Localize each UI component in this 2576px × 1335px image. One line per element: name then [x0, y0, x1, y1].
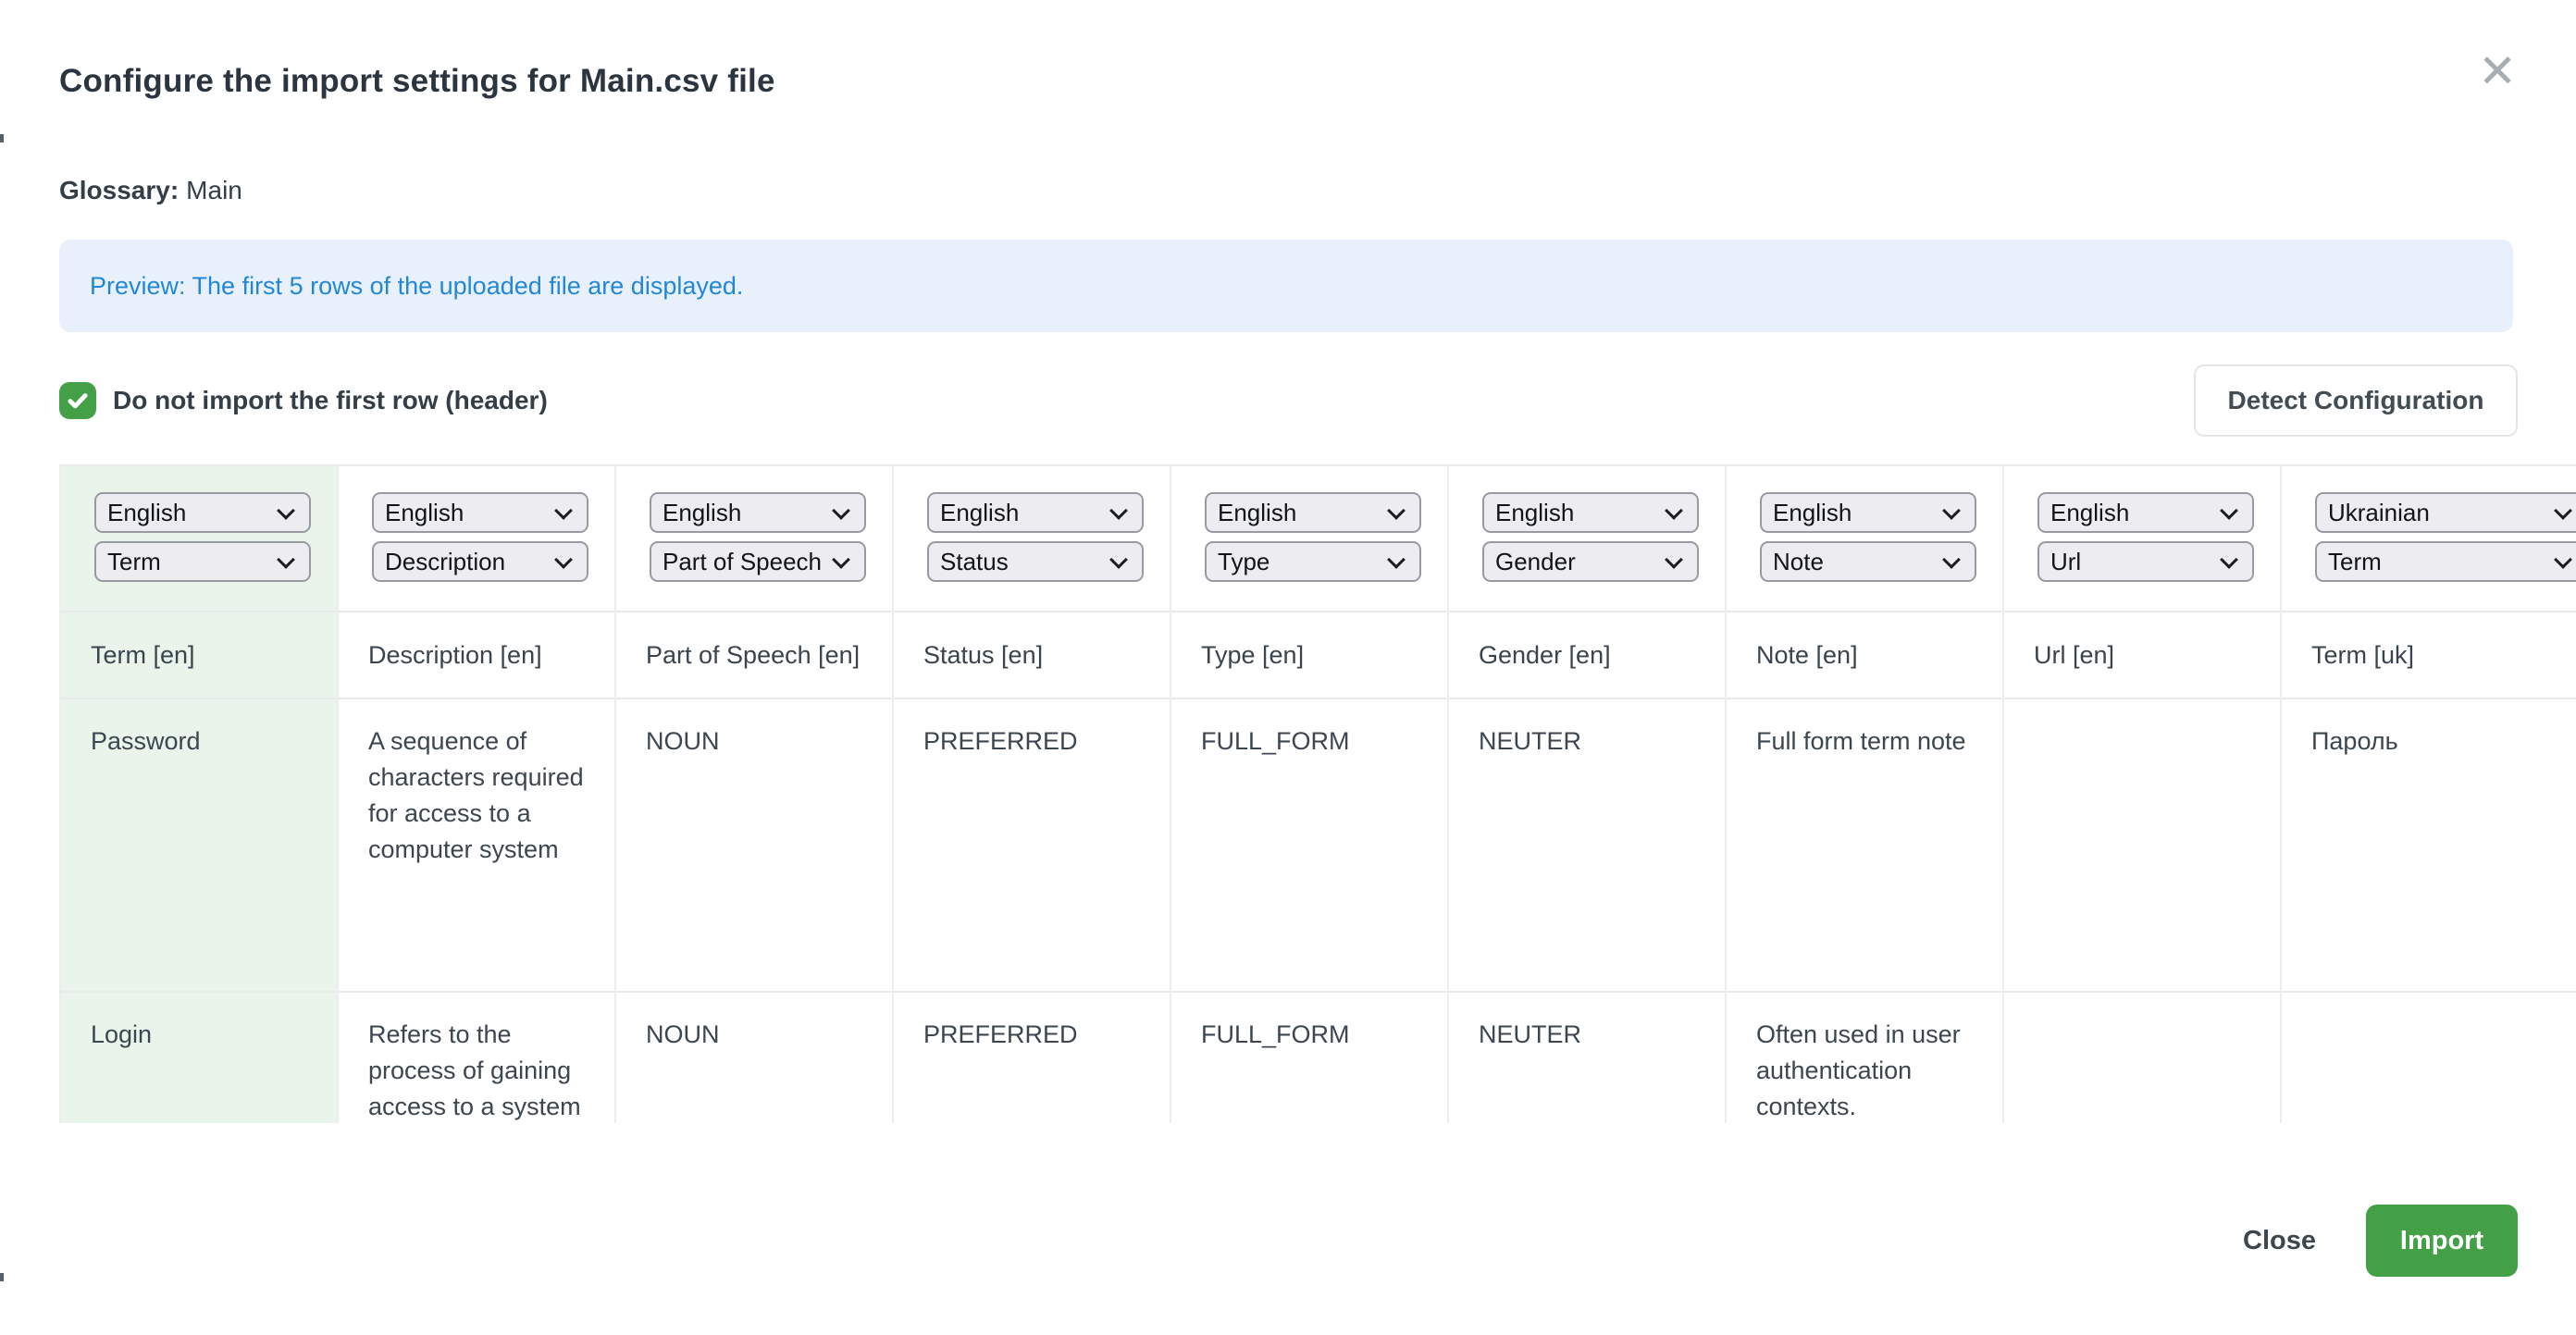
language-select[interactable]: English	[1205, 492, 1421, 533]
mapping-cell: English Gender	[1448, 465, 1726, 612]
select-wrapper: Description	[372, 541, 588, 582]
column-header-cell: Note [en]	[1726, 612, 2003, 698]
select-wrapper: English	[1760, 492, 1976, 533]
table-row: LoginRefers to the process of gaining ac…	[60, 992, 2576, 1123]
column-header-cell: Status [en]	[893, 612, 1170, 698]
field-select[interactable]: Url	[2037, 541, 2254, 582]
detect-configuration-button[interactable]: Detect Configuration	[2194, 365, 2518, 437]
field-select[interactable]: Term	[94, 541, 311, 582]
table-cell: Пароль	[2281, 698, 2576, 992]
page-title: Configure the import settings for Main.c…	[59, 63, 775, 100]
mapping-cell: English Url	[2003, 465, 2281, 612]
close-button[interactable]: Close	[2243, 1226, 2316, 1256]
check-icon	[66, 389, 90, 413]
page-edge-artifact	[0, 1273, 4, 1281]
page-edge-artifact	[0, 134, 4, 142]
language-select[interactable]: English	[1760, 492, 1976, 533]
table-cell: FULL_FORM	[1170, 992, 1448, 1123]
close-icon[interactable]: ✕	[2478, 48, 2517, 94]
skip-header-checkbox-label: Do not import the first row (header)	[113, 386, 548, 415]
modal-footer: Close Import	[2243, 1205, 2518, 1277]
select-wrapper: Type	[1205, 541, 1421, 582]
import-settings-modal: Configure the import settings for Main.c…	[0, 0, 2576, 1335]
table-cell: PREFERRED	[893, 698, 1170, 992]
column-header-cell: Url [en]	[2003, 612, 2281, 698]
language-select[interactable]: English	[2037, 492, 2254, 533]
table-cell: FULL_FORM	[1170, 698, 1448, 992]
select-wrapper: English	[372, 492, 588, 533]
controls-row: Do not import the first row (header) Det…	[59, 365, 2518, 437]
field-select[interactable]: Type	[1205, 541, 1421, 582]
table-header-row: Term [en]Description [en]Part of Speech …	[60, 612, 2576, 698]
language-select[interactable]: English	[927, 492, 1144, 533]
column-mapping-row: English Term English Description English Part…	[60, 465, 2576, 612]
select-wrapper: English	[94, 492, 311, 533]
select-wrapper: English	[1205, 492, 1421, 533]
select-wrapper: Part of Speech	[650, 541, 866, 582]
select-wrapper: English	[1482, 492, 1699, 533]
mapping-cell: English Status	[893, 465, 1170, 612]
select-wrapper: Status	[927, 541, 1144, 582]
field-select[interactable]: Term	[2315, 541, 2576, 582]
table-cell: PREFERRED	[893, 992, 1170, 1123]
field-select[interactable]: Description	[372, 541, 588, 582]
table-cell: NEUTER	[1448, 992, 1726, 1123]
column-header-cell: Type [en]	[1170, 612, 1448, 698]
table-cell	[2003, 698, 2281, 992]
glossary-line: Glossary:Main	[59, 176, 242, 205]
glossary-value: Main	[186, 176, 242, 204]
table-cell: A sequence of characters required for ac…	[338, 698, 615, 992]
preview-table: English Term English Description English Part…	[59, 464, 2576, 1123]
field-select[interactable]: Note	[1760, 541, 1976, 582]
column-header-cell: Term [uk]	[2281, 612, 2576, 698]
mapping-cell: English Term	[60, 465, 338, 612]
select-wrapper: English	[2037, 492, 2254, 533]
select-wrapper: Note	[1760, 541, 1976, 582]
table-cell: Password	[60, 698, 338, 992]
select-wrapper: Term	[2315, 541, 2576, 582]
glossary-label: Glossary:	[59, 176, 179, 204]
select-wrapper: Ukrainian	[2315, 492, 2576, 533]
mapping-cell: English Note	[1726, 465, 2003, 612]
preview-notice-banner: Preview: The first 5 rows of the uploade…	[59, 240, 2513, 332]
table-row: PasswordA sequence of characters require…	[60, 698, 2576, 992]
mapping-cell: Ukrainian Term	[2281, 465, 2576, 612]
language-select[interactable]: English	[650, 492, 866, 533]
header-checkbox-row: Do not import the first row (header)	[59, 382, 548, 419]
field-select[interactable]: Status	[927, 541, 1144, 582]
skip-header-checkbox[interactable]	[59, 382, 96, 419]
mapping-cell: English Type	[1170, 465, 1448, 612]
select-wrapper: English	[927, 492, 1144, 533]
select-wrapper: English	[650, 492, 866, 533]
table-cell: NEUTER	[1448, 698, 1726, 992]
table-cell	[2003, 992, 2281, 1123]
column-header-cell: Term [en]	[60, 612, 338, 698]
mapping-cell: English Part of Speech	[615, 465, 893, 612]
column-header-cell: Gender [en]	[1448, 612, 1726, 698]
table-cell	[2281, 992, 2576, 1123]
select-wrapper: Gender	[1482, 541, 1699, 582]
import-button[interactable]: Import	[2366, 1205, 2518, 1277]
preview-notice-text: Preview: The first 5 rows of the uploade…	[90, 272, 743, 301]
column-header-cell: Part of Speech [en]	[615, 612, 893, 698]
mapping-cell: English Description	[338, 465, 615, 612]
table-cell: NOUN	[615, 698, 893, 992]
field-select[interactable]: Gender	[1482, 541, 1699, 582]
column-header-cell: Description [en]	[338, 612, 615, 698]
language-select[interactable]: English	[94, 492, 311, 533]
select-wrapper: Url	[2037, 541, 2254, 582]
language-select[interactable]: English	[1482, 492, 1699, 533]
field-select[interactable]: Part of Speech	[650, 541, 866, 582]
table-cell: Login	[60, 992, 338, 1123]
table-cell: Often used in user authentication contex…	[1726, 992, 2003, 1123]
language-select[interactable]: English	[372, 492, 588, 533]
table-cell: Refers to the process of gaining access …	[338, 992, 615, 1123]
language-select[interactable]: Ukrainian	[2315, 492, 2576, 533]
preview-table-container: English Term English Description English Part…	[59, 464, 2576, 1123]
table-cell: NOUN	[615, 992, 893, 1123]
table-cell: Full form term note	[1726, 698, 2003, 992]
select-wrapper: Term	[94, 541, 311, 582]
